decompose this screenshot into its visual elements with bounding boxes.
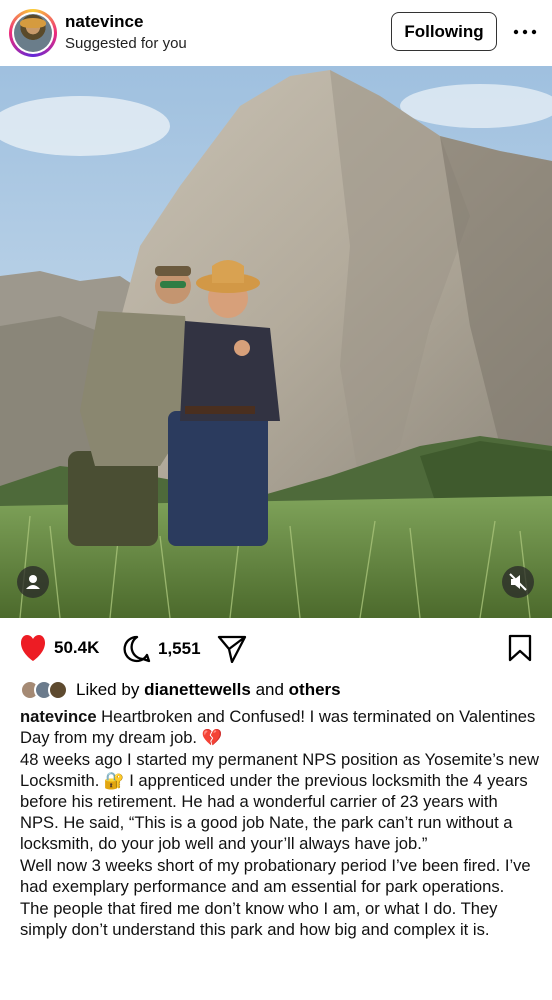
action-bar: 50.4K 1,551	[0, 628, 552, 670]
share-group[interactable]	[217, 635, 247, 663]
liked-by-others[interactable]: others	[289, 680, 341, 699]
muted-audio-icon[interactable]	[502, 566, 534, 598]
post-photo[interactable]	[0, 66, 552, 618]
heart-icon[interactable]	[18, 634, 48, 662]
liked-by-prefix: Liked by	[76, 680, 140, 699]
profile-photo	[14, 14, 52, 52]
save-group[interactable]	[508, 634, 532, 662]
caption-username[interactable]: natevince	[20, 707, 97, 726]
share-icon[interactable]	[217, 635, 247, 663]
liked-by-and: and	[255, 680, 284, 699]
following-button[interactable]: Following	[391, 12, 497, 51]
bookmark-icon[interactable]	[508, 634, 532, 662]
liked-by-user[interactable]: dianettewells	[144, 680, 251, 699]
avatar[interactable]	[9, 9, 57, 57]
caption-line-1: Heartbroken and Confused! I was terminat…	[20, 707, 536, 747]
comment-group[interactable]: 1,551	[122, 634, 201, 664]
comment-icon[interactable]	[122, 634, 152, 664]
liked-by-row[interactable]: Liked by dianettewells and others	[20, 678, 341, 702]
liker-avatar	[48, 680, 68, 700]
more-horizontal-icon[interactable]	[511, 22, 539, 42]
post-caption: natevince Heartbroken and Confused! I wa…	[20, 706, 540, 941]
user-tag-icon[interactable]	[17, 566, 49, 598]
like-group[interactable]: 50.4K	[18, 634, 99, 662]
liked-by-text: Liked by dianettewells and others	[76, 680, 341, 700]
likes-count[interactable]: 50.4K	[54, 638, 99, 658]
caption-paragraph-3: Well now 3 weeks short of my probationar…	[20, 856, 531, 896]
caption-paragraph-4: The people that fired me don’t know who …	[20, 899, 498, 939]
post-header: natevince Suggested for you Following	[0, 0, 552, 66]
username[interactable]: natevince	[65, 12, 143, 32]
caption-paragraph-2: 48 weeks ago I started my permanent NPS …	[20, 750, 539, 853]
comments-count[interactable]: 1,551	[158, 639, 201, 659]
suggested-label: Suggested for you	[65, 35, 187, 52]
